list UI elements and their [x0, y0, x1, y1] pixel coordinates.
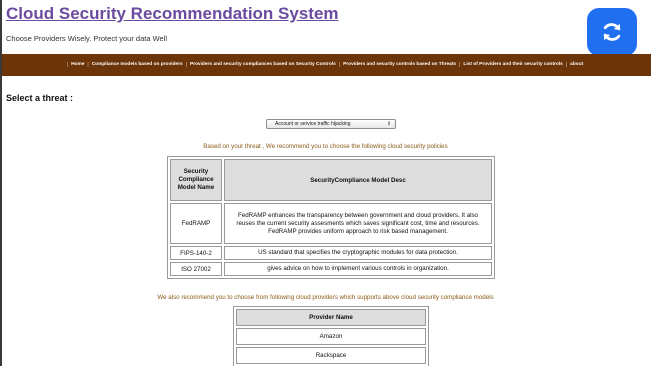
column-header-model-desc: SecurityCompliance Model Desc	[224, 159, 492, 201]
provider-recommendation-text: We also recommend you to choose from fol…	[157, 294, 494, 301]
table-row: FIPS-140-2 US standard that specifies th…	[170, 246, 492, 260]
refresh-button[interactable]	[587, 8, 637, 56]
policy-name-cell: FedRAMP	[170, 203, 222, 244]
refresh-icon	[603, 23, 621, 41]
provider-table: Provider Name Amazon Rackspace	[233, 306, 429, 366]
threat-select-label: Select a threat :	[6, 93, 74, 103]
nav-providers-by-security-controls[interactable]: Providers and security compliances based…	[187, 61, 339, 69]
site-title[interactable]: Cloud Security Recommendation System	[6, 4, 339, 24]
threat-dropdown[interactable]: Account or service traffic hijacking ⇕	[266, 119, 396, 129]
column-header-model-name: Security Compliance Model Name	[170, 159, 222, 201]
provider-name-cell: Rackspace	[236, 347, 426, 364]
nav-home[interactable]: Home	[68, 61, 87, 69]
updown-arrow-icon: ⇕	[386, 121, 392, 127]
policy-recommendation-text: Based on your threat , We recommend you …	[203, 143, 448, 150]
nav-about[interactable]: about	[567, 61, 586, 69]
table-row: Rackspace	[236, 347, 426, 364]
provider-name-cell: Amazon	[236, 328, 426, 345]
policy-table-header-row: Security Compliance Model Name SecurityC…	[170, 159, 492, 201]
policy-name-cell: ISO 27002	[170, 262, 222, 276]
policy-desc-cell: FedRAMP enhances the transparency betwee…	[224, 203, 492, 244]
main-navbar: | Home | Compliance models based on prov…	[2, 54, 651, 76]
policy-desc-cell: US standard that specifies the cryptogra…	[224, 246, 492, 260]
nav-compliance-models-by-provider[interactable]: Compliance models based on providers	[89, 61, 186, 69]
table-row: Amazon	[236, 328, 426, 345]
table-row: FedRAMP FedRAMP enhances the transparenc…	[170, 203, 492, 244]
site-tagline: Choose Providers Wisely. Protect your da…	[6, 34, 168, 43]
nav-provider-list[interactable]: List of Providers and their security con…	[460, 61, 565, 69]
policy-desc-cell: gives advice on how to implement various…	[224, 262, 492, 276]
table-row: ISO 27002 gives advice on how to impleme…	[170, 262, 492, 276]
column-header-provider-name: Provider Name	[236, 309, 426, 326]
policy-name-cell: FIPS-140-2	[170, 246, 222, 260]
provider-table-header-row: Provider Name	[236, 309, 426, 326]
threat-dropdown-value: Account or service traffic hijacking	[275, 121, 351, 127]
site-header: Cloud Security Recommendation System Cho…	[6, 4, 339, 43]
policy-table: Security Compliance Model Name SecurityC…	[167, 156, 495, 279]
nav-providers-by-threats[interactable]: Providers and security controls based on…	[340, 61, 459, 69]
